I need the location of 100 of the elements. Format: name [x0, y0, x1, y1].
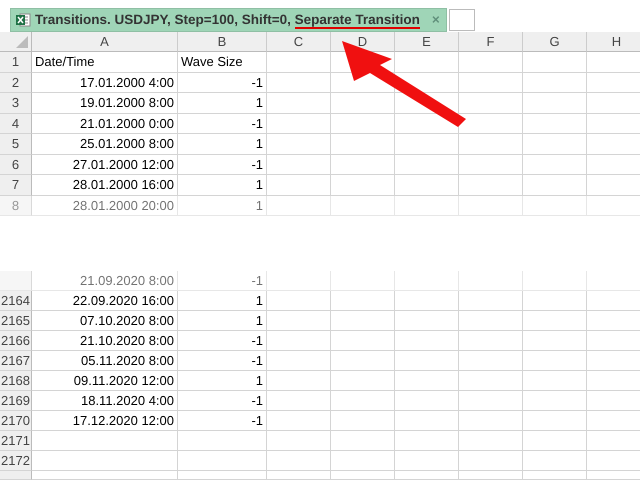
table-cell	[523, 351, 587, 371]
table-cell: 28.01.2000 16:00	[32, 175, 178, 196]
table-cell	[395, 471, 459, 480]
table-cell	[395, 134, 459, 154]
table-cell	[331, 391, 395, 411]
table-cell	[267, 311, 331, 331]
table-cell: 27.01.2000 12:00	[32, 154, 178, 175]
table-cell	[331, 331, 395, 351]
table-cell: 1	[178, 93, 267, 114]
table-cell	[395, 331, 459, 351]
column-header[interactable]: E	[395, 32, 459, 52]
table-cell	[267, 411, 331, 431]
table-cell: -1	[178, 351, 267, 371]
table-cell	[459, 451, 523, 471]
table-cell	[267, 291, 331, 311]
table-cell	[395, 175, 459, 196]
row-header	[0, 471, 32, 480]
table-cell	[459, 134, 523, 154]
table-cell: -1	[178, 154, 267, 175]
table-cell: 05.11.2020 8:00	[32, 351, 178, 371]
row-header: 2165	[0, 311, 32, 331]
table-cell	[523, 52, 587, 72]
table-cell	[523, 471, 587, 480]
tab-title: Transitions. USDJPY, Step=100, Shift=0, Separate Transition	[35, 10, 420, 30]
table-cell	[459, 72, 523, 93]
table-cell	[523, 175, 587, 196]
table-cell	[267, 114, 331, 134]
table-cell: 09.11.2020 12:00	[32, 371, 178, 391]
table-cell	[331, 114, 395, 134]
table-cell: 17.12.2020 12:00	[32, 411, 178, 431]
row-header: 6	[0, 154, 32, 175]
select-all-icon	[16, 36, 28, 48]
table-cell	[331, 411, 395, 431]
table-cell	[459, 154, 523, 175]
row-header: 2	[0, 72, 32, 93]
row-header: 2172	[0, 451, 32, 471]
table-cell	[331, 93, 395, 114]
table-cell	[459, 411, 523, 431]
table-cell: 21.09.2020 8:00	[32, 271, 178, 291]
table-cell	[267, 175, 331, 196]
table-cell	[267, 72, 331, 93]
table-cell: Wave Size	[178, 52, 267, 72]
row-header: 1	[0, 52, 32, 72]
table-cell	[267, 351, 331, 371]
row-header: 7	[0, 175, 32, 196]
table-cell: 21.10.2020 8:00	[32, 331, 178, 351]
row-header: 5	[0, 134, 32, 154]
new-tab-button[interactable]	[448, 9, 475, 31]
table-cell	[395, 52, 459, 72]
table-cell	[523, 391, 587, 411]
table-cell: 28.01.2000 20:00	[32, 196, 178, 216]
column-header[interactable]: C	[267, 32, 331, 52]
table-cell	[267, 52, 331, 72]
spreadsheet-icon	[15, 12, 31, 28]
table-cell: -1	[178, 271, 267, 291]
table-cell	[523, 72, 587, 93]
column-header[interactable]: B	[178, 32, 267, 52]
table-cell	[395, 311, 459, 331]
table-cell	[267, 451, 331, 471]
table-cell	[267, 331, 331, 351]
table-cell	[331, 451, 395, 471]
table-cell	[459, 391, 523, 411]
table-cell	[331, 134, 395, 154]
table-cell	[523, 451, 587, 471]
table-cell	[395, 431, 459, 451]
row-header: 3	[0, 93, 32, 114]
table-cell	[331, 431, 395, 451]
table-cell	[331, 291, 395, 311]
row-header: 2171	[0, 431, 32, 451]
table-cell	[331, 154, 395, 175]
table-cell	[331, 371, 395, 391]
table-cell: -1	[178, 331, 267, 351]
table-cell	[523, 114, 587, 134]
table-cell: 1	[178, 134, 267, 154]
table-cell	[523, 93, 587, 114]
workbook-tab[interactable]: Transitions. USDJPY, Step=100, Shift=0, Separate Transition ×	[10, 8, 447, 32]
table-cell	[523, 154, 587, 175]
table-cell	[331, 471, 395, 480]
table-cell: 07.10.2020 8:00	[32, 311, 178, 331]
table-cell	[267, 93, 331, 114]
table-cell	[395, 291, 459, 311]
row-header: 2166	[0, 331, 32, 351]
table-cell: -1	[178, 72, 267, 93]
row-header: 2164	[0, 291, 32, 311]
table-cell	[523, 291, 587, 311]
table-cell	[331, 351, 395, 371]
column-header[interactable]: G	[523, 32, 587, 52]
table-cell	[523, 371, 587, 391]
table-cell	[267, 134, 331, 154]
table-cell: 22.09.2020 16:00	[32, 291, 178, 311]
column-header[interactable]: F	[459, 32, 523, 52]
table-cell: 25.01.2000 8:00	[32, 134, 178, 154]
column-header[interactable]: H	[587, 32, 640, 52]
table-cell	[523, 134, 587, 154]
table-cell: -1	[178, 114, 267, 134]
column-header[interactable]: A	[32, 32, 178, 52]
table-cell	[459, 371, 523, 391]
table-cell	[459, 471, 523, 480]
table-cell: 18.11.2020 4:00	[32, 391, 178, 411]
table-cell: 1	[178, 311, 267, 331]
